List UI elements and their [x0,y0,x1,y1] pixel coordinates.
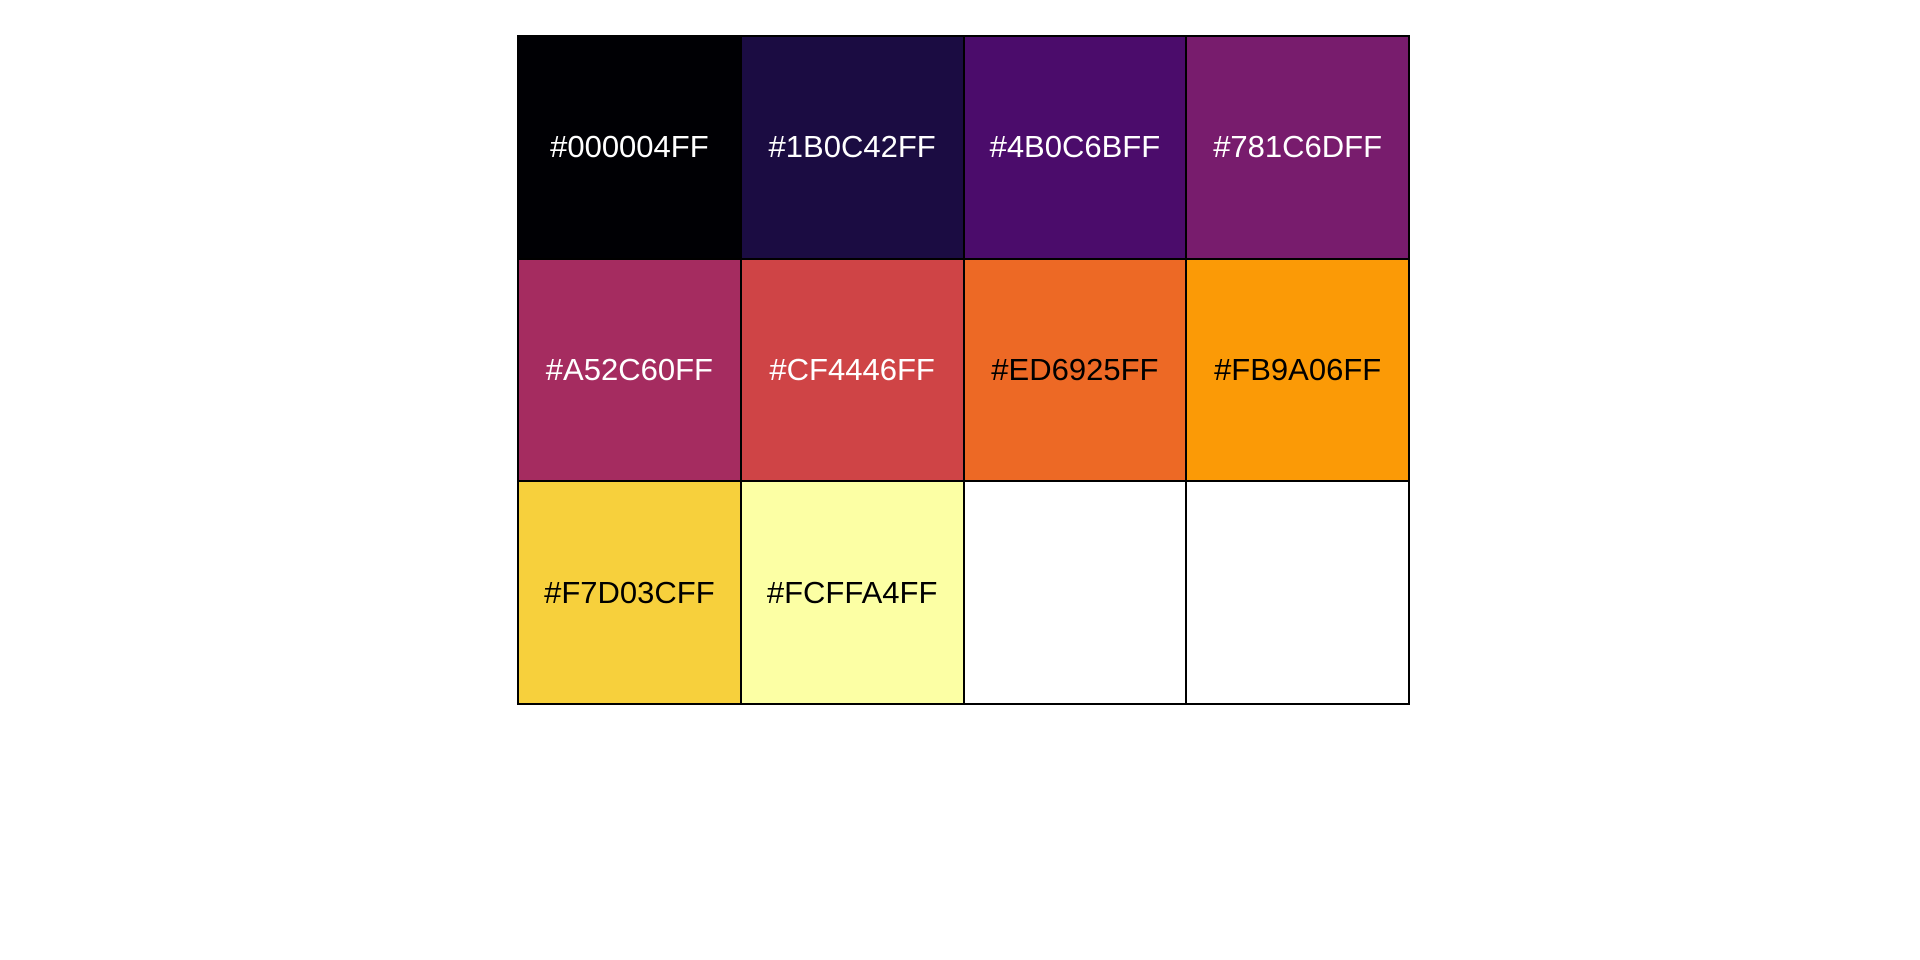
color-swatch: #781C6DFF [1187,37,1410,260]
color-swatch: #000004FF [519,37,742,260]
color-swatch: #A52C60FF [519,259,742,483]
color-swatch: #CF4446FF [741,259,965,483]
color-swatch: #1B0C42FF [741,37,965,260]
empty-swatch [1187,482,1410,705]
color-swatch: #ED6925FF [964,259,1188,483]
empty-swatch [964,482,1188,705]
color-swatch: #FCFFA4FF [741,482,965,705]
color-swatch-grid: #000004FF #1B0C42FF #4B0C6BFF #781C6DFF … [517,35,1410,705]
color-swatch: #F7D03CFF [519,482,742,705]
color-swatch: #FB9A06FF [1187,259,1410,483]
color-swatch: #4B0C6BFF [964,37,1188,260]
